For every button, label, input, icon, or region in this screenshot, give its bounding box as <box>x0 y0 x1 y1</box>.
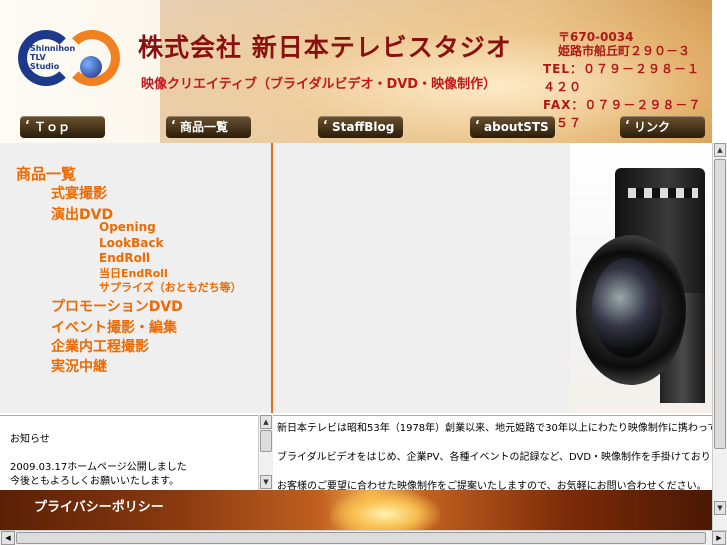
horizontal-scroll-thumb[interactable] <box>16 532 706 544</box>
company-logo[interactable]: Shinnihon TLV Studio <box>18 28 128 88</box>
camera-photo <box>570 143 712 413</box>
tel-number: TEL：０７９－２９８－１４２０ <box>543 62 701 94</box>
news-line: 2009.03.17ホームページ公開しました <box>10 462 187 473</box>
scroll-up-arrow-icon[interactable]: ▲ <box>714 143 726 157</box>
menu-item-opening[interactable]: Opening <box>99 220 156 234</box>
postal-code: 〒670-0034 <box>558 30 634 44</box>
menu-item-corporate[interactable]: 企業内工程撮影 <box>51 336 149 356</box>
scroll-right-arrow-icon[interactable]: ▶ <box>712 531 726 545</box>
camera-buttons <box>628 188 698 198</box>
company-history-panel: 新日本テレビは昭和53年（1978年）創業以来、地元姫路で30年以上にわたり映像… <box>273 415 712 491</box>
nav-top-button[interactable]: Ｔｏｐ <box>20 114 105 138</box>
news-scroll-down-arrow-icon[interactable]: ▼ <box>260 475 272 489</box>
nav-staffblog-button[interactable]: StaffBlog <box>318 114 403 138</box>
site-header: Shinnihon TLV Studio 株式会社 新日本テレビスタジオ 映像ク… <box>0 0 712 143</box>
news-scroll-thumb[interactable] <box>260 430 272 452</box>
nav-links-button[interactable]: リンク <box>620 114 705 138</box>
scroll-down-arrow-icon[interactable]: ▼ <box>714 501 726 515</box>
site-footer: プライバシーポリシー <box>0 490 712 530</box>
logo-globe-icon <box>80 56 102 78</box>
content-frame <box>273 143 570 413</box>
fireplace-image <box>330 490 440 530</box>
news-line: 今後ともよろしくお願いいたします。 <box>10 476 179 487</box>
menu-item-live[interactable]: 実況中継 <box>51 356 107 376</box>
menu-item-shikien[interactable]: 式宴撮影 <box>51 183 107 203</box>
scroll-left-arrow-icon[interactable]: ◀ <box>1 531 15 545</box>
street-address: 姫路市船丘町２９０－３ <box>558 44 691 58</box>
page-horizontal-scrollbar[interactable]: ◀ ▶ <box>0 530 727 545</box>
news-scroll-up-arrow-icon[interactable]: ▲ <box>260 415 272 429</box>
camera-lens-glass <box>592 258 662 358</box>
nav-products-button[interactable]: 商品一覧 <box>166 114 251 138</box>
nav-aboutsts-button[interactable]: aboutSTS <box>470 114 555 138</box>
company-name: 株式会社 新日本テレビスタジオ <box>138 33 512 62</box>
menu-item-lookback[interactable]: LookBack <box>99 236 163 250</box>
scroll-thumb[interactable] <box>714 159 726 449</box>
news-heading: お知らせ <box>10 434 50 445</box>
menu-item-surprise[interactable]: サプライズ（おともだち等） <box>99 279 242 295</box>
page-vertical-scrollbar[interactable]: ▲ ▼ <box>712 143 727 530</box>
news-panel: お知らせ 2009.03.17ホームページ公開しました 今後ともよろしくお願いい… <box>0 415 258 491</box>
postal-address: 〒670-0034 姫路市船丘町２９０－３ <box>558 30 690 58</box>
history-line: お客様のご要望に合わせた映像制作をご提案いたしますので、お気軽にお問い合わせくだ… <box>277 481 707 491</box>
news-scrollbar[interactable]: ▲ ▼ <box>258 415 273 490</box>
history-line: ブライダルビデオをはじめ、企業PV、各種イベントの記録など、DVD・映像制作を手… <box>277 452 712 463</box>
tagline: 映像クリエイティブ（ブライダルビデオ・DVD・映像制作） <box>141 77 497 92</box>
menu-title[interactable]: 商品一覧 <box>16 163 76 184</box>
history-line: 新日本テレビは昭和53年（1978年）創業以来、地元姫路で30年以上にわたり映像… <box>277 423 712 434</box>
menu-item-event[interactable]: イベント撮影・編集 <box>51 317 177 337</box>
menu-item-promotion[interactable]: プロモーションDVD <box>51 296 183 316</box>
menu-item-endroll[interactable]: EndRoll <box>99 251 150 265</box>
logo-text: Shinnihon TLV Studio <box>30 44 76 71</box>
product-menu: 商品一覧 式宴撮影 演出DVD Opening LookBack EndRoll… <box>0 143 273 413</box>
privacy-policy-link[interactable]: プライバシーポリシー <box>34 496 164 515</box>
